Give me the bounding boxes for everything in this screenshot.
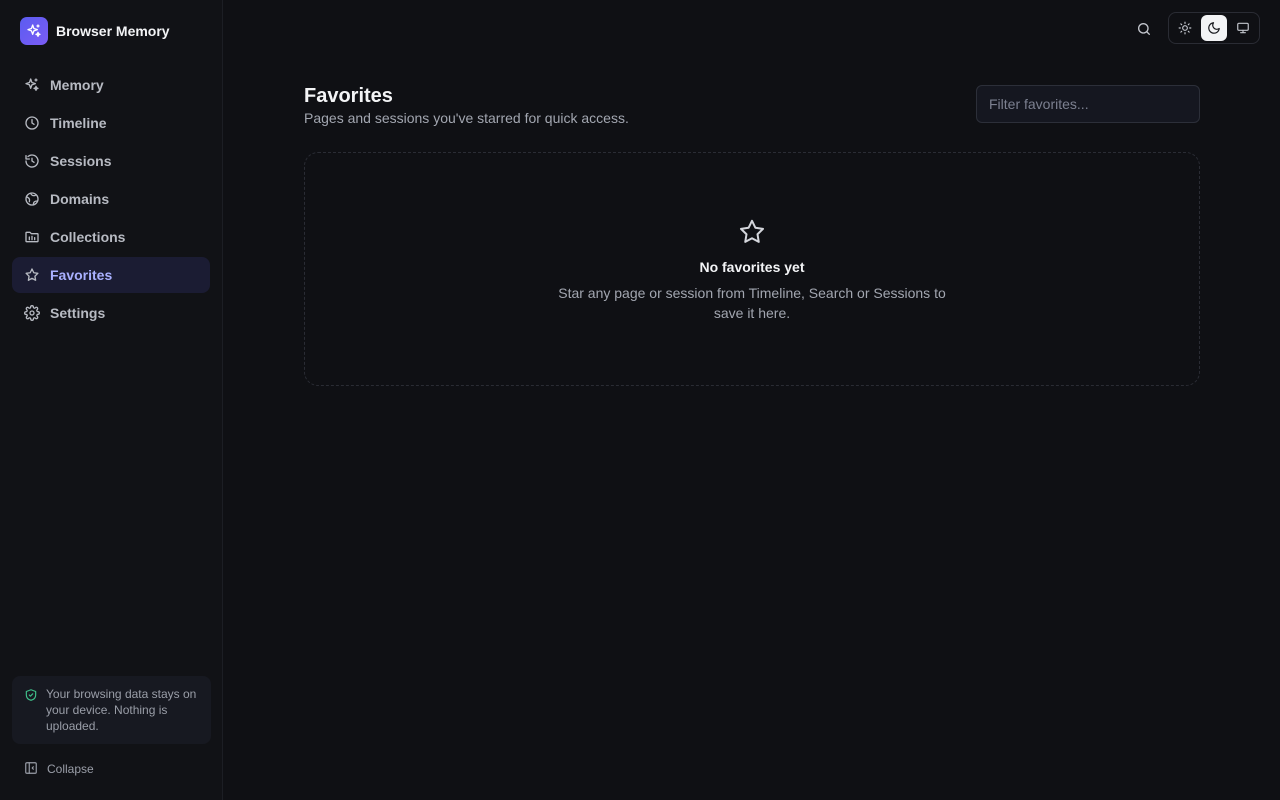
sidebar-item-collections[interactable]: Collections [12,219,210,255]
sparkle-logo-icon [20,17,48,45]
sidebar-item-label: Sessions [50,153,112,169]
sidebar-collapse-icon [24,761,38,778]
theme-light-button[interactable] [1172,15,1199,41]
monitor-icon [1236,22,1249,34]
theme-dark-button[interactable] [1200,15,1228,41]
star-icon [24,267,40,283]
privacy-note: Your browsing data stays on your device.… [12,676,211,744]
shield-check-icon [24,688,38,702]
page-header: Favorites Pages and sessions you've star… [304,84,629,126]
sidebar-item-memory[interactable]: Memory [12,67,210,103]
search-icon [1138,23,1150,35]
sidebar-item-label: Collections [50,229,126,245]
sidebar-item-label: Favorites [50,267,113,283]
gear-icon [24,305,40,321]
collapse-button[interactable]: Collapse [24,760,94,778]
sidebar-item-timeline[interactable]: Timeline [12,105,210,141]
sidebar-item-label: Memory [50,77,104,93]
sidebar-item-sessions[interactable]: Sessions [12,143,210,179]
theme-system-button[interactable] [1229,15,1256,41]
history-icon [24,153,40,169]
sparkle-icon [24,77,40,93]
privacy-note-text: Your browsing data stays on your device.… [46,687,197,733]
moon-icon [1208,22,1220,34]
sidebar-item-settings[interactable]: Settings [12,295,210,331]
app-root: Browser Memory Memory Timeline Sessions … [0,0,1280,800]
search-button[interactable] [1133,18,1155,40]
main-content: Favorites Pages and sessions you've star… [223,0,1280,800]
page-title: Favorites [304,85,393,107]
page-subtitle: Pages and sessions you've starred for qu… [304,110,629,126]
empty-state: No favorites yet Star any page or sessio… [304,152,1200,386]
collapse-label: Collapse [47,762,94,776]
globe-icon [24,191,40,207]
theme-switcher [1168,12,1260,44]
sidebar-item-label: Timeline [50,115,107,131]
filter-favorites-input[interactable] [976,85,1200,123]
sidebar-item-label: Domains [50,191,110,207]
sidebar-item-label: Settings [50,305,106,321]
empty-state-description: Star any page or session from Timeline, … [558,285,946,321]
sun-icon [1178,21,1192,35]
empty-state-title: No favorites yet [699,259,805,275]
app-title: Browser Memory [56,23,170,39]
clock-icon [24,115,40,131]
folder-icon [24,229,40,245]
sidebar-nav: Memory Timeline Sessions Domains Collect… [0,67,222,333]
sidebar-item-domains[interactable]: Domains [12,181,210,217]
star-outline-icon [737,217,767,247]
sidebar: Browser Memory Memory Timeline Sessions … [0,0,223,800]
sidebar-item-favorites[interactable]: Favorites [12,257,210,293]
brand[interactable]: Browser Memory [0,0,222,46]
